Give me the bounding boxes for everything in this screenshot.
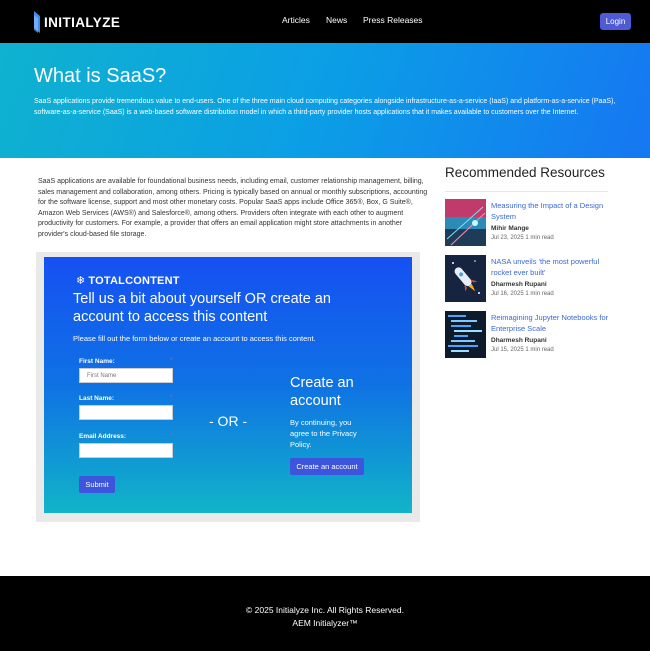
recommended-resources-heading: Recommended Resources xyxy=(445,165,605,180)
resource-meta: Jul 16, 2025 1 min read xyxy=(491,291,554,297)
site-footer: © 2025 Initialyze Inc. All Rights Reserv… xyxy=(0,576,650,651)
resource-title[interactable]: Measuring the Impact of a Design System xyxy=(491,201,613,222)
create-account-heading: Create an account xyxy=(290,375,354,409)
create-account-description: By continuing, you agree to the Privacy … xyxy=(290,418,357,449)
nav-articles[interactable]: Articles xyxy=(282,15,310,25)
resource-meta: Jul 23, 2025 1 min read xyxy=(491,235,554,241)
footer-tagline: AEM Initialyzer™ xyxy=(292,618,358,628)
nav-news[interactable]: News xyxy=(326,15,347,25)
hero-banner: What is SaaS? SaaS applications provide … xyxy=(0,43,650,158)
last-name-field[interactable] xyxy=(79,405,173,420)
article-body: SaaS applications are available for foun… xyxy=(38,178,428,238)
resource-thumbnail xyxy=(445,255,486,302)
resource-title[interactable]: Reimagining Jupyter Notebooks for Enterp… xyxy=(491,313,613,334)
resource-title[interactable]: NASA unveils 'the most powerful rocket e… xyxy=(491,257,613,278)
last-name-required-mark: * xyxy=(170,394,173,401)
submit-button[interactable]: Submit xyxy=(79,476,115,493)
first-name-label: First Name: xyxy=(79,358,115,365)
form-title: Tell us a bit about yourself OR create a… xyxy=(73,291,331,325)
sidebar-divider xyxy=(445,191,608,192)
hero-description: SaaS applications provide tremendous val… xyxy=(34,98,616,116)
email-required-mark: * xyxy=(170,432,173,439)
snowflake-icon: ❄ xyxy=(76,275,86,287)
top-navbar: INITIALYZE Articles News Press Releases … xyxy=(0,0,650,43)
nav-press-releases[interactable]: Press Releases xyxy=(363,15,423,25)
email-field[interactable] xyxy=(79,443,173,458)
create-account-button[interactable]: Create an account xyxy=(290,458,364,475)
resource-item[interactable]: Reimagining Jupyter Notebooks for Enterp… xyxy=(445,311,615,359)
first-name-required-mark: * xyxy=(170,357,173,364)
resource-item[interactable]: NASA unveils 'the most powerful rocket e… xyxy=(445,255,615,303)
main-nav: Articles News Press Releases xyxy=(0,15,650,29)
resource-author: Mihir Mange xyxy=(491,225,529,232)
email-label: Email Address: xyxy=(79,433,127,440)
brand-logo: ❄ TOTALCONTENT xyxy=(76,274,180,288)
resource-author: Dharmesh Rupani xyxy=(491,281,547,288)
resource-thumbnail xyxy=(445,199,486,246)
brand-name: TOTALCONTENT xyxy=(88,274,180,287)
footer-copyright: © 2025 Initialyze Inc. All Rights Reserv… xyxy=(246,605,404,615)
page-title: What is SaaS? xyxy=(34,65,167,87)
or-divider: - OR - xyxy=(209,413,248,429)
resource-author: Dharmesh Rupani xyxy=(491,337,547,344)
gated-content-form: ❄ TOTALCONTENT Tell us a bit about yours… xyxy=(44,257,412,513)
resource-item[interactable]: Measuring the Impact of a Design System … xyxy=(445,199,615,247)
resource-thumbnail xyxy=(445,311,486,358)
login-button[interactable]: Login xyxy=(600,13,631,30)
last-name-label: Last Name: xyxy=(79,395,115,402)
resource-meta: Jul 15, 2025 1 min read xyxy=(491,347,554,353)
form-subtitle: Please fill out the form below or create… xyxy=(73,334,316,343)
first-name-field[interactable]: First Name xyxy=(79,368,173,383)
